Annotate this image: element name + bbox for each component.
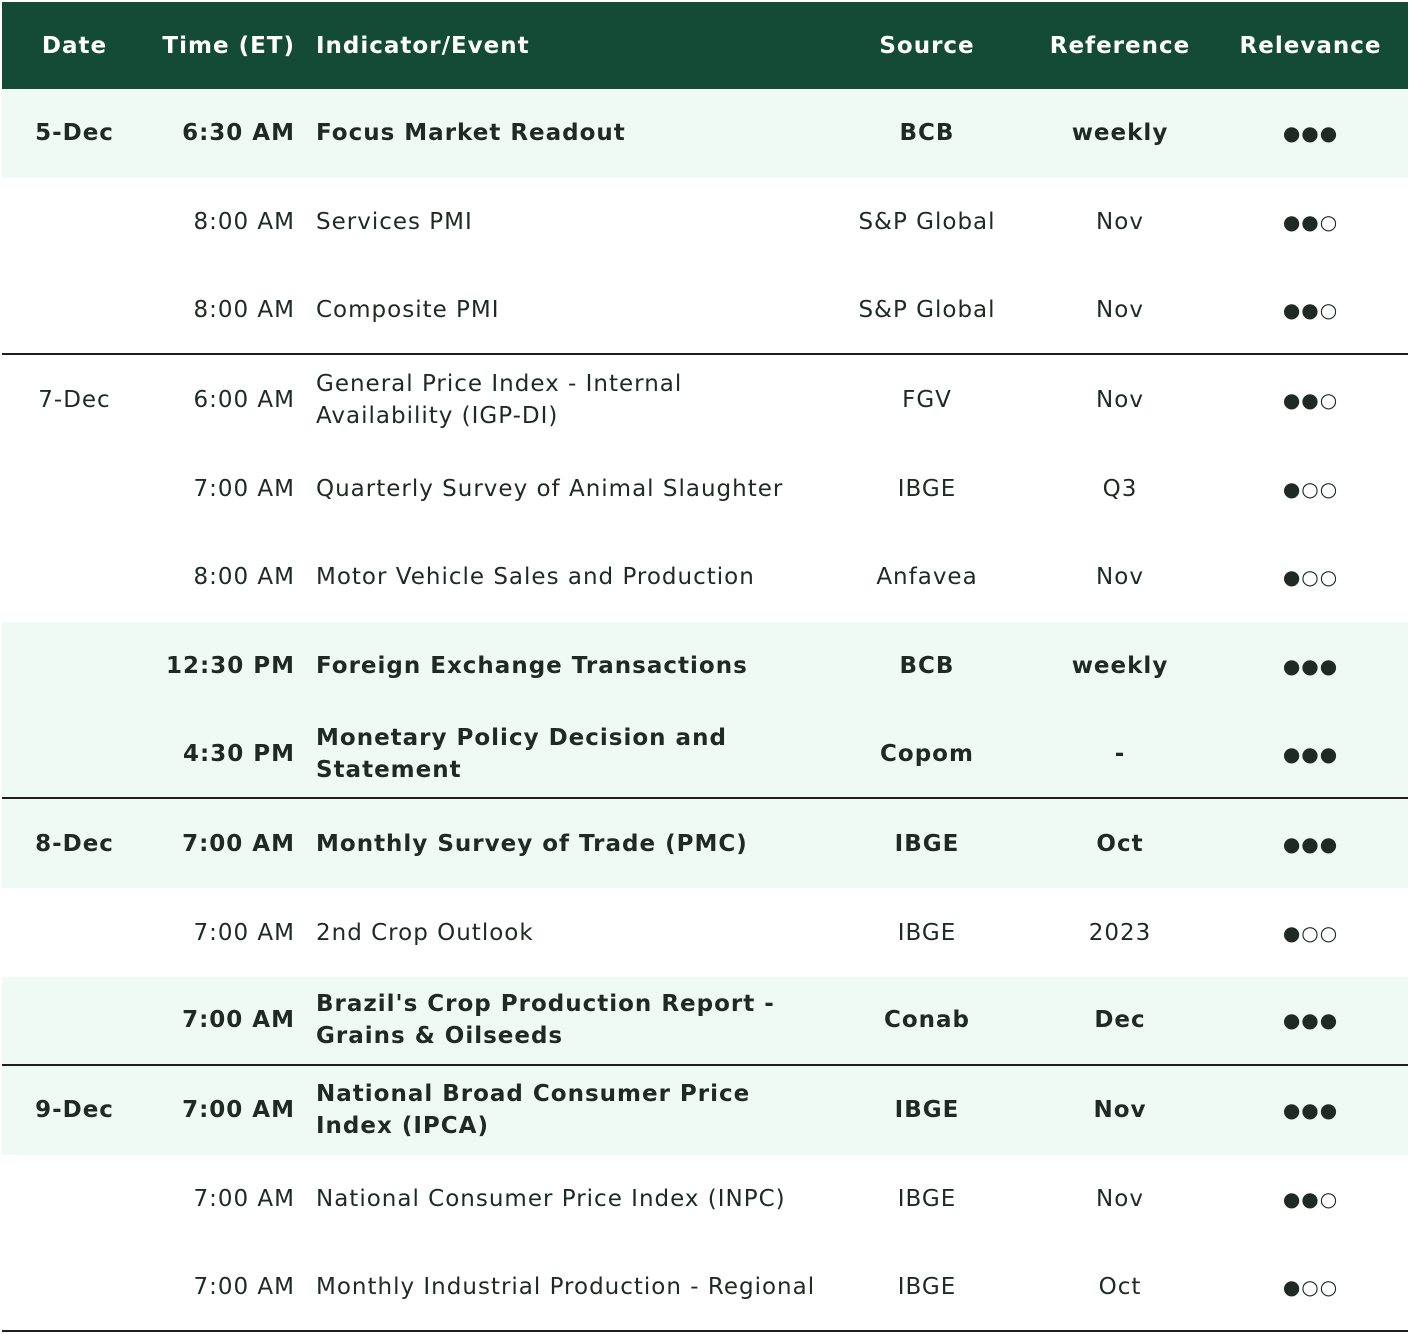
row-source: IBGE (897, 475, 957, 502)
row-date: 5-Dec (35, 120, 114, 147)
row-indicator: Brazil's Crop Production Report - Grains… (316, 991, 775, 1050)
row-reference: Nov (1096, 564, 1144, 591)
row-relevance: ●●● (1282, 121, 1339, 146)
table-row: 8:00 AM Motor Vehicle Sales and Producti… (2, 533, 1408, 622)
row-reference: Nov (1093, 1097, 1147, 1124)
table-row: 7:00 AM National Consumer Price Index (I… (2, 1155, 1408, 1244)
table-row: 9-Dec 7:00 AM National Broad Consumer Pr… (2, 1065, 1408, 1155)
row-reference: - (1114, 740, 1126, 767)
row-relevance: ●●● (1282, 654, 1339, 679)
table-row: 8:00 AM Composite PMI S&P Global Nov ●●○ (2, 267, 1408, 356)
header-time: Time (ET) (162, 32, 295, 59)
row-time: 7:00 AM (182, 1097, 295, 1124)
row-indicator: Quarterly Survey of Animal Slaughter (316, 475, 784, 502)
row-indicator: General Price Index - Internal Availabil… (316, 370, 683, 429)
row-source: IBGE (897, 1273, 957, 1300)
row-indicator: Focus Market Readout (316, 120, 626, 147)
row-source: IBGE (897, 1185, 957, 1212)
row-reference: weekly (1071, 120, 1169, 147)
row-relevance: ●●● (1282, 831, 1339, 856)
row-relevance: ●●○ (1282, 1186, 1339, 1211)
table-row: 4:30 PM Monetary Policy Decision and Sta… (2, 710, 1408, 800)
row-relevance: ●○○ (1282, 565, 1339, 590)
header-source: Source (879, 32, 975, 59)
row-relevance: ●○○ (1282, 920, 1339, 945)
row-source: Anfavea (876, 564, 978, 591)
row-relevance: ●●● (1282, 1098, 1339, 1123)
row-indicator: Composite PMI (316, 296, 500, 323)
row-source: Copom (880, 740, 974, 767)
table-row: 7:00 AM 2nd Crop Outlook IBGE 2023 ●○○ (2, 888, 1408, 977)
row-source: IBGE (894, 1097, 960, 1124)
table-header: Date Time (ET) Indicator/Event Source Re… (2, 2, 1408, 89)
row-source: S&P Global (858, 209, 996, 236)
table-row: 8:00 AM Services PMI S&P Global Nov ●●○ (2, 178, 1408, 267)
table-row: 8-Dec 7:00 AM Monthly Survey of Trade (P… (2, 799, 1408, 889)
row-reference: 2023 (1088, 919, 1152, 946)
row-source: Conab (883, 1007, 971, 1034)
row-source: BCB (899, 120, 955, 147)
row-source: IBGE (894, 830, 960, 857)
row-indicator: Monthly Industrial Production - Regional (316, 1273, 816, 1300)
row-time: 6:00 AM (193, 386, 295, 413)
header-date: Date (41, 32, 108, 59)
row-indicator: 2nd Crop Outlook (316, 919, 534, 946)
row-reference: weekly (1071, 653, 1169, 680)
row-indicator: National Broad Consumer Price Index (IPC… (316, 1081, 751, 1140)
row-date: 8-Dec (35, 830, 114, 857)
row-time: 12:30 PM (166, 653, 295, 680)
row-indicator: National Consumer Price Index (INPC) (316, 1185, 786, 1212)
row-reference: Nov (1096, 209, 1144, 236)
row-indicator: Motor Vehicle Sales and Production (316, 564, 755, 591)
row-time: 7:00 AM (193, 1273, 295, 1300)
row-reference: Oct (1098, 1273, 1142, 1300)
header-reference: Reference (1049, 32, 1191, 59)
table-row: 12:30 PM Foreign Exchange Transactions B… (2, 621, 1408, 711)
row-indicator: Monetary Policy Decision and Statement (316, 724, 727, 783)
row-time: 8:00 AM (193, 296, 295, 323)
table-row: 7:00 AM Brazil's Crop Production Report … (2, 976, 1408, 1066)
row-time: 6:30 AM (182, 120, 295, 147)
row-reference: Oct (1096, 830, 1144, 857)
row-relevance: ●○○ (1282, 1274, 1339, 1299)
row-source: BCB (899, 653, 955, 680)
row-date: 7-Dec (38, 386, 111, 413)
row-reference: Q3 (1102, 475, 1138, 502)
table-row: 5-Dec 6:30 AM Focus Market Readout BCB w… (2, 89, 1408, 178)
row-time: 7:00 AM (182, 1007, 295, 1034)
table-row: 7:00 AM Quarterly Survey of Animal Slaug… (2, 444, 1408, 533)
row-relevance: ●●○ (1282, 297, 1339, 322)
row-source: S&P Global (858, 296, 996, 323)
row-indicator: Monthly Survey of Trade (PMC) (316, 830, 748, 857)
economic-calendar-table: Date Time (ET) Indicator/Event Source Re… (2, 2, 1408, 1333)
row-time: 8:00 AM (193, 209, 295, 236)
row-time: 4:30 PM (183, 740, 295, 767)
row-time: 7:00 AM (193, 475, 295, 502)
table-row: 7:00 AM Monthly Industrial Production - … (2, 1243, 1408, 1333)
header-indicator: Indicator/Event (316, 32, 530, 59)
row-reference: Nov (1096, 386, 1144, 413)
row-time: 7:00 AM (182, 830, 295, 857)
row-time: 7:00 AM (193, 919, 295, 946)
row-reference: Dec (1094, 1007, 1146, 1034)
row-indicator: Foreign Exchange Transactions (316, 653, 748, 680)
row-reference: Nov (1096, 1185, 1144, 1212)
row-indicator: Services PMI (316, 209, 473, 236)
row-relevance: ●●○ (1282, 387, 1339, 412)
table-row: 7-Dec 6:00 AM General Price Index - Inte… (2, 355, 1408, 444)
row-source: IBGE (897, 919, 957, 946)
row-time: 8:00 AM (193, 564, 295, 591)
row-relevance: ●●● (1282, 741, 1339, 766)
row-date: 9-Dec (35, 1097, 114, 1124)
row-source: FGV (902, 386, 952, 413)
row-relevance: ●○○ (1282, 476, 1339, 501)
header-relevance: Relevance (1239, 32, 1382, 59)
row-relevance: ●●○ (1282, 210, 1339, 235)
row-relevance: ●●● (1282, 1008, 1339, 1033)
row-reference: Nov (1096, 296, 1144, 323)
row-time: 7:00 AM (193, 1185, 295, 1212)
